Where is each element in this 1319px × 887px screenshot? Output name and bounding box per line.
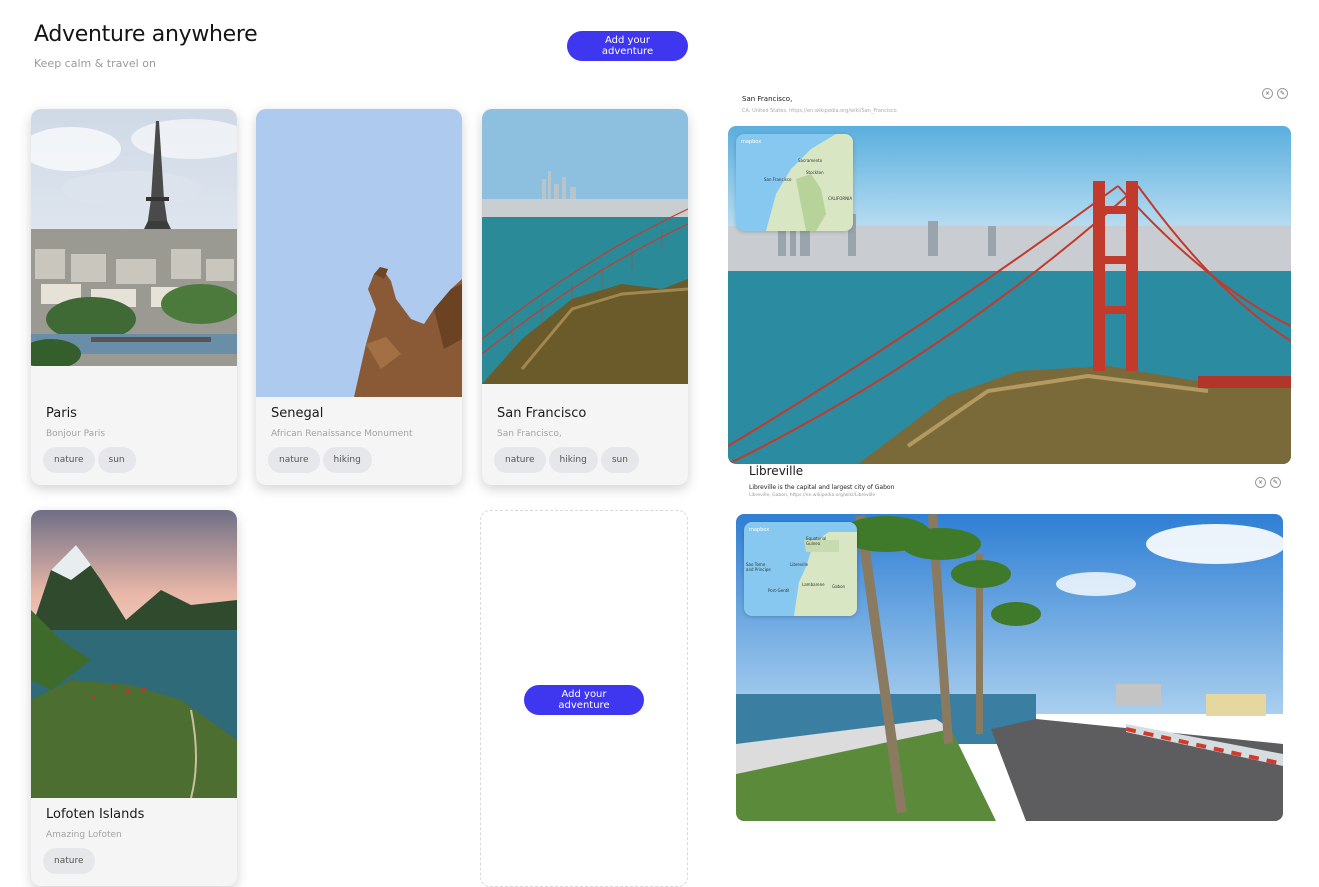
detail-subtitle: Libreville, Gabon, https://en.wikipedia.… (749, 493, 876, 498)
map-label: Gabon (832, 584, 846, 589)
tag[interactable]: sun (97, 447, 136, 473)
map-label: Port-Gentil (768, 588, 790, 593)
san-francisco-image (482, 109, 688, 384)
tag[interactable]: nature (268, 447, 320, 473)
map-label: Equatorial Guinea (806, 536, 827, 546)
tag[interactable]: nature (494, 447, 546, 473)
map-label: Stockton (806, 170, 824, 175)
card-title: Lofoten Islands (46, 807, 145, 822)
libreville-minimap[interactable]: mapbox Equatorial Guinea Sao Tome and Pr… (744, 522, 857, 616)
map-label: Sacramento (798, 158, 823, 163)
card-info: Senegal African Renaissance Monument nat… (256, 406, 462, 485)
map-label: Libreville (790, 562, 809, 567)
lofoten-image (31, 510, 237, 798)
card-info: Lofoten Islands Amazing Lofoten nature (31, 807, 237, 886)
adventure-card-paris[interactable]: Paris Bonjour Paris nature sun (31, 109, 237, 485)
page-subtitle: Keep calm & travel on (34, 57, 156, 70)
tag-list: nature (43, 848, 225, 874)
card-description: African Renaissance Monument (271, 429, 413, 439)
map-label: Sao Tome and Principe (746, 562, 771, 572)
tag-list: nature sun (43, 447, 225, 473)
senegal-image (256, 109, 462, 397)
paris-image (31, 109, 237, 366)
detail-description: Libreville is the capital and largest ci… (749, 484, 895, 491)
page-header: Adventure anywhere Keep calm & travel on (34, 22, 258, 70)
detail-title-libreville: Libreville (749, 464, 804, 478)
map-shape (766, 134, 853, 231)
card-info: San Francisco San Francisco, nature hiki… (482, 406, 688, 485)
detail-title: San Francisco, (742, 95, 793, 103)
tag[interactable]: nature (43, 848, 95, 874)
map-label: Lambarene (802, 582, 825, 587)
mapbox-logo: mapbox (749, 527, 770, 533)
detail-header-san-francisco: San Francisco, CA, United States, https:… (742, 95, 897, 114)
add-adventure-button[interactable]: Add your adventure (567, 31, 688, 61)
card-info: Paris Bonjour Paris nature sun (31, 406, 237, 485)
san-francisco-photo: mapbox Sacramento Stockton San Francisco… (728, 126, 1291, 464)
tag-list: nature hiking sun (494, 447, 676, 473)
tag[interactable]: nature (43, 447, 95, 473)
tag[interactable]: hiking (322, 447, 372, 473)
edit-icon[interactable]: ✎ (1270, 477, 1281, 488)
tag[interactable]: sun (600, 447, 639, 473)
adventure-card-lofoten[interactable]: Lofoten Islands Amazing Lofoten nature (31, 510, 237, 886)
adventure-card-san-francisco[interactable]: San Francisco San Francisco, nature hiki… (482, 109, 688, 485)
card-title: San Francisco (497, 406, 587, 421)
page-title: Adventure anywhere (34, 22, 258, 47)
detail-actions: × ✎ (1255, 477, 1281, 488)
map-label: San Francisco (764, 177, 792, 182)
add-adventure-card[interactable]: Add your adventure (480, 510, 688, 887)
add-adventure-card-button[interactable]: Add your adventure (524, 685, 644, 715)
card-description: Amazing Lofoten (46, 830, 122, 840)
card-title: Paris (46, 406, 77, 421)
adventure-card-senegal[interactable]: Senegal African Renaissance Monument nat… (256, 109, 462, 485)
edit-icon[interactable]: ✎ (1277, 88, 1288, 99)
libreville-photo: mapbox Equatorial Guinea Sao Tome and Pr… (736, 514, 1283, 821)
card-description: Bonjour Paris (46, 429, 106, 439)
map-label: CALIFORNIA (828, 196, 853, 201)
detail-subtitle: CA, United States, https://en.wikipedia.… (742, 108, 897, 114)
card-description: San Francisco, (497, 429, 562, 439)
detail-actions: × ✎ (1262, 88, 1288, 99)
san-francisco-minimap[interactable]: mapbox Sacramento Stockton San Francisco… (736, 134, 853, 231)
close-icon[interactable]: × (1255, 477, 1266, 488)
tag-list: nature hiking (268, 447, 450, 473)
tag[interactable]: hiking (548, 447, 598, 473)
card-title: Senegal (271, 406, 324, 421)
close-icon[interactable]: × (1262, 88, 1273, 99)
mapbox-logo: mapbox (741, 139, 762, 145)
